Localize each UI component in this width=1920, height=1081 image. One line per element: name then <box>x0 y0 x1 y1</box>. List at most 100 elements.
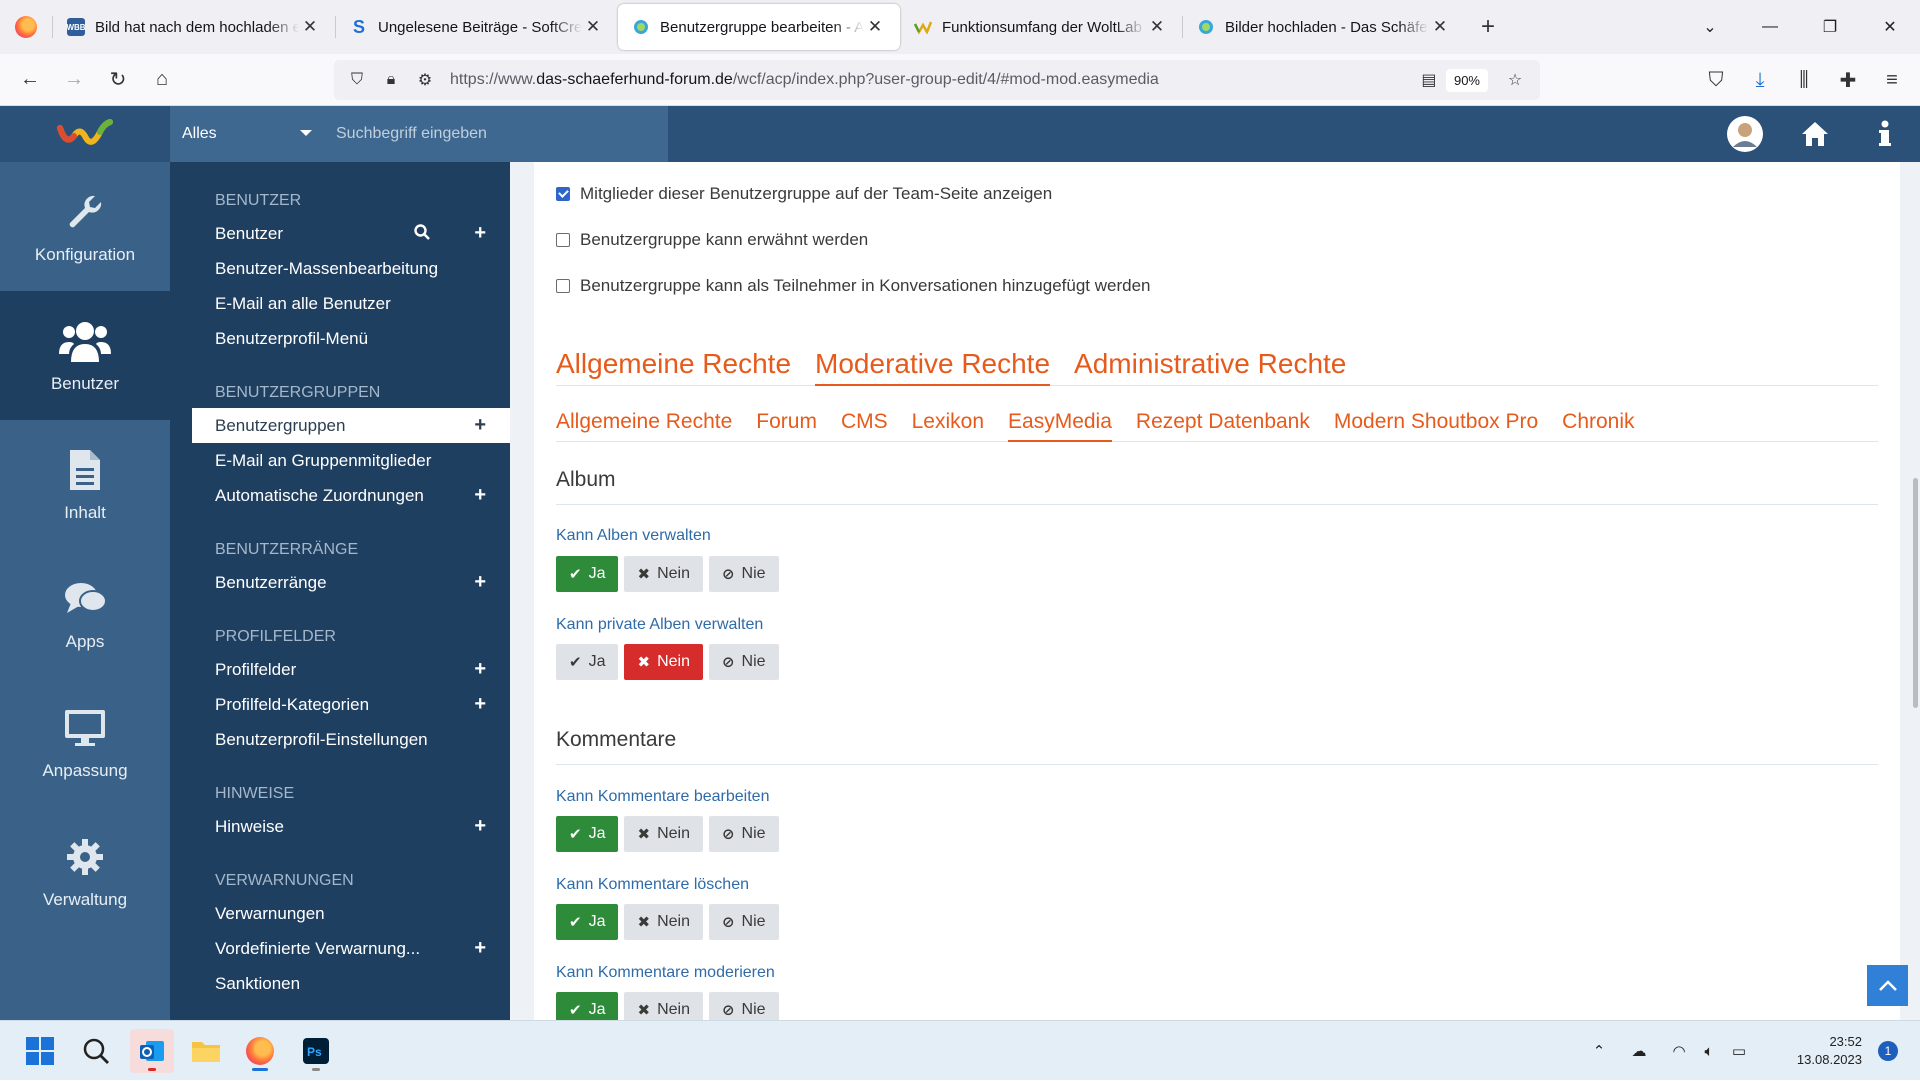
photoshop-app-icon[interactable]: Ps <box>294 1029 338 1073</box>
nein-button[interactable]: ✖ Nein <box>624 556 703 592</box>
ja-button[interactable]: ✔ Ja <box>556 644 619 680</box>
page-scrollbar[interactable] <box>1910 162 1920 1020</box>
home-icon[interactable]: ⌂ <box>140 60 184 100</box>
downloads-icon[interactable]: ⤓ <box>1738 60 1782 100</box>
outlook-app-icon[interactable] <box>130 1029 174 1073</box>
bookmark-star-icon[interactable]: ☆ <box>1498 70 1532 90</box>
nie-button[interactable]: ⊘ Nie <box>708 904 779 940</box>
home-page-link[interactable] <box>1780 106 1850 162</box>
submenu-item-automatische-zuordnungen[interactable]: Automatische Zuordnungen + <box>170 478 510 513</box>
forward-arrow-icon[interactable]: → <box>52 60 96 100</box>
reload-icon[interactable]: ↻ <box>96 60 140 100</box>
main-menu-benutzer[interactable]: Benutzer <box>0 291 170 420</box>
subtab-modern-shoutbox-pro[interactable]: Modern Shoutbox Pro <box>1334 406 1538 442</box>
submenu-item-profil-menu[interactable]: Benutzerprofil-Menü <box>170 321 510 356</box>
wifi-icon[interactable]: ◠ <box>1664 1042 1694 1060</box>
hamburger-menu-icon[interactable]: ≡ <box>1870 60 1914 100</box>
add-icon[interactable]: + <box>474 659 486 679</box>
nein-button[interactable]: ✖ Nein <box>624 816 703 852</box>
submenu-item-benutzergruppen[interactable]: Benutzergruppen + <box>192 408 510 443</box>
windows-start-icon[interactable] <box>18 1029 62 1073</box>
subtab-forum[interactable]: Forum <box>756 406 817 442</box>
permissions-icon[interactable]: ⚙ <box>408 70 442 90</box>
search-type-dropdown[interactable]: Alles <box>170 106 322 162</box>
info-button[interactable] <box>1850 106 1920 162</box>
main-menu-anpassung[interactable]: Anpassung <box>0 678 170 807</box>
restore-button[interactable]: ❐ <box>1800 17 1860 37</box>
zoom-level-badge[interactable]: 90% <box>1445 68 1488 92</box>
checkbox-row-team-seite[interactable]: Mitglieder dieser Benutzergruppe auf der… <box>556 184 1052 204</box>
list-all-tabs-icon[interactable]: ⌄ <box>1680 17 1740 37</box>
search-icon[interactable] <box>414 224 430 245</box>
add-icon[interactable]: + <box>474 938 486 958</box>
browser-tab-2[interactable]: S Ungelesene Beiträge - SoftCrea ✕ <box>336 4 618 50</box>
browser-tab-1[interactable]: WBB Bild hat nach dem hochladen ein ✕ <box>53 4 335 50</box>
checkbox[interactable] <box>556 233 570 247</box>
submenu-item-profilfeld-kategorien[interactable]: Profilfeld-Kategorien + <box>170 687 510 722</box>
nie-button[interactable]: ⊘ Nie <box>708 992 779 1020</box>
extensions-icon[interactable]: ✚ <box>1826 60 1870 100</box>
submenu-item-verwarnungen[interactable]: Verwarnungen <box>170 896 510 931</box>
library-icon[interactable]: ⫼ <box>1782 60 1826 100</box>
battery-icon[interactable]: ▭ <box>1724 1042 1754 1060</box>
scroll-to-top-button[interactable] <box>1867 965 1908 1006</box>
nein-button[interactable]: ✖ Nein <box>624 992 703 1020</box>
tab-allgemeine-rechte[interactable]: Allgemeine Rechte <box>556 348 791 386</box>
subtab-allgemeine-rechte[interactable]: Allgemeine Rechte <box>556 406 732 442</box>
scrollbar-thumb[interactable] <box>1913 478 1918 708</box>
clock[interactable]: 23:52 13.08.2023 <box>1762 1033 1862 1069</box>
cloud-sync-icon[interactable]: ☁ <box>1624 1042 1654 1060</box>
close-window-button[interactable]: ✕ <box>1860 17 1920 37</box>
browser-tab-5[interactable]: Bilder hochladen - Das Schäferh ✕ <box>1183 4 1465 50</box>
submenu-item-benutzer[interactable]: Benutzer + <box>170 216 510 251</box>
checkbox[interactable] <box>556 279 570 293</box>
pocket-icon[interactable]: ⛉ <box>1694 60 1738 100</box>
submenu-item-profil-einstellungen[interactable]: Benutzerprofil-Einstellungen <box>170 722 510 757</box>
chevron-up-icon[interactable]: ⌃ <box>1584 1042 1614 1060</box>
checkbox-checked[interactable] <box>556 187 570 201</box>
submenu-item-email-gruppen[interactable]: E-Mail an Gruppenmitglieder <box>170 443 510 478</box>
search-icon[interactable] <box>74 1029 118 1073</box>
nie-button[interactable]: ⊘ Nie <box>708 556 779 592</box>
add-icon[interactable]: + <box>474 816 486 836</box>
add-icon[interactable]: + <box>474 223 486 243</box>
submenu-item-profilfelder[interactable]: Profilfelder + <box>170 652 510 687</box>
search-input[interactable]: Suchbegriff eingeben <box>322 106 668 162</box>
add-icon[interactable]: + <box>474 415 486 435</box>
add-icon[interactable]: + <box>474 485 486 505</box>
ja-button[interactable]: ✔ Ja <box>556 816 619 852</box>
main-menu-inhalt[interactable]: Inhalt <box>0 420 170 549</box>
tab-moderative-rechte[interactable]: Moderative Rechte <box>815 348 1051 386</box>
minimize-button[interactable]: — <box>1740 18 1800 36</box>
browser-tab-3-active[interactable]: Benutzergruppe bearbeiten - Ad ✕ <box>618 4 900 50</box>
file-explorer-icon[interactable] <box>184 1029 228 1073</box>
add-icon[interactable]: + <box>474 694 486 714</box>
nie-button[interactable]: ⊘ Nie <box>708 644 779 680</box>
checkbox-row-konversationen[interactable]: Benutzergruppe kann als Teilnehmer in Ko… <box>556 276 1151 296</box>
ja-button[interactable]: ✔ Ja <box>556 904 619 940</box>
tab-close-icon[interactable]: ✕ <box>582 17 604 37</box>
notification-badge[interactable]: 1 <box>1878 1041 1898 1061</box>
firefox-menu-icon[interactable] <box>0 0 52 54</box>
submenu-item-vordefinierte-verwarnungen[interactable]: Vordefinierte Verwarnung... + <box>170 931 510 966</box>
subtab-easymedia[interactable]: EasyMedia <box>1008 406 1112 442</box>
checkbox-row-erwaehnt[interactable]: Benutzergruppe kann erwähnt werden <box>556 230 868 250</box>
subtab-chronik[interactable]: Chronik <box>1562 406 1634 442</box>
add-icon[interactable]: + <box>474 572 486 592</box>
tab-administrative-rechte[interactable]: Administrative Rechte <box>1074 348 1346 386</box>
url-text[interactable]: https://www.das-schaeferhund-forum.de/wc… <box>450 71 1412 89</box>
browser-tab-4[interactable]: Funktionsumfang der WoltLab Su ✕ <box>900 4 1182 50</box>
lock-icon[interactable]: 🔒︎ <box>374 71 408 89</box>
submenu-item-email-alle[interactable]: E-Mail an alle Benutzer <box>170 286 510 321</box>
reader-view-icon[interactable]: ▤ <box>1412 70 1446 90</box>
subtab-rezept-datenbank[interactable]: Rezept Datenbank <box>1136 406 1310 442</box>
tab-close-icon[interactable]: ✕ <box>299 17 321 37</box>
nein-button[interactable]: ✖ Nein <box>624 904 703 940</box>
new-tab-button[interactable]: + <box>1465 13 1511 41</box>
tab-close-icon[interactable]: ✕ <box>864 17 886 37</box>
user-avatar[interactable] <box>1710 106 1780 162</box>
subtab-cms[interactable]: CMS <box>841 406 888 442</box>
submenu-item-hinweise[interactable]: Hinweise + <box>170 809 510 844</box>
volume-icon[interactable]: 🔈︎ <box>1694 1043 1724 1060</box>
submenu-item-benutzerraenge[interactable]: Benutzerränge + <box>170 565 510 600</box>
